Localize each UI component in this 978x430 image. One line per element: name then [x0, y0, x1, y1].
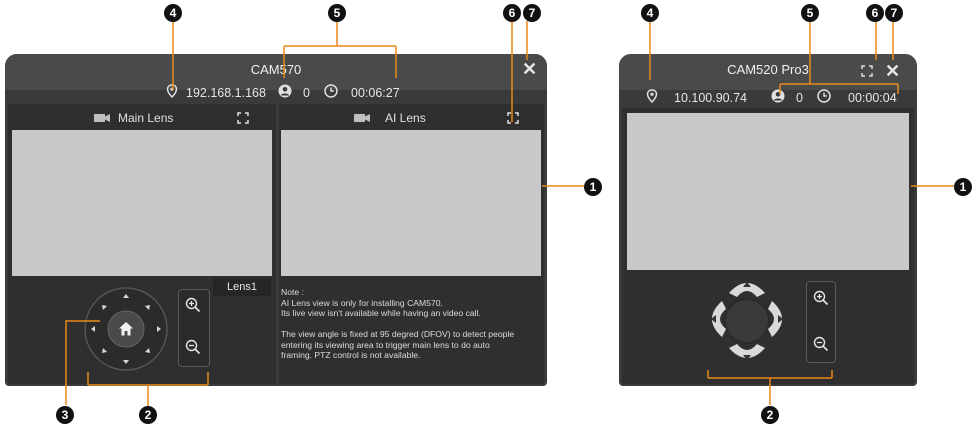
callout-4: 4	[641, 4, 659, 22]
callout-5: 5	[801, 4, 819, 22]
callout-6: 6	[866, 4, 884, 22]
callout-5: 5	[328, 4, 346, 22]
callout-7: 7	[523, 4, 541, 22]
callout-4: 4	[164, 4, 182, 22]
callout-3: 3	[56, 406, 74, 424]
callout-6: 6	[503, 4, 521, 22]
callout-1: 1	[584, 178, 602, 196]
callout-2: 2	[139, 406, 157, 424]
callout-lines	[65, 20, 954, 412]
callout-7: 7	[885, 4, 903, 22]
callout-2: 2	[761, 406, 779, 424]
callout-1: 1	[954, 178, 972, 196]
